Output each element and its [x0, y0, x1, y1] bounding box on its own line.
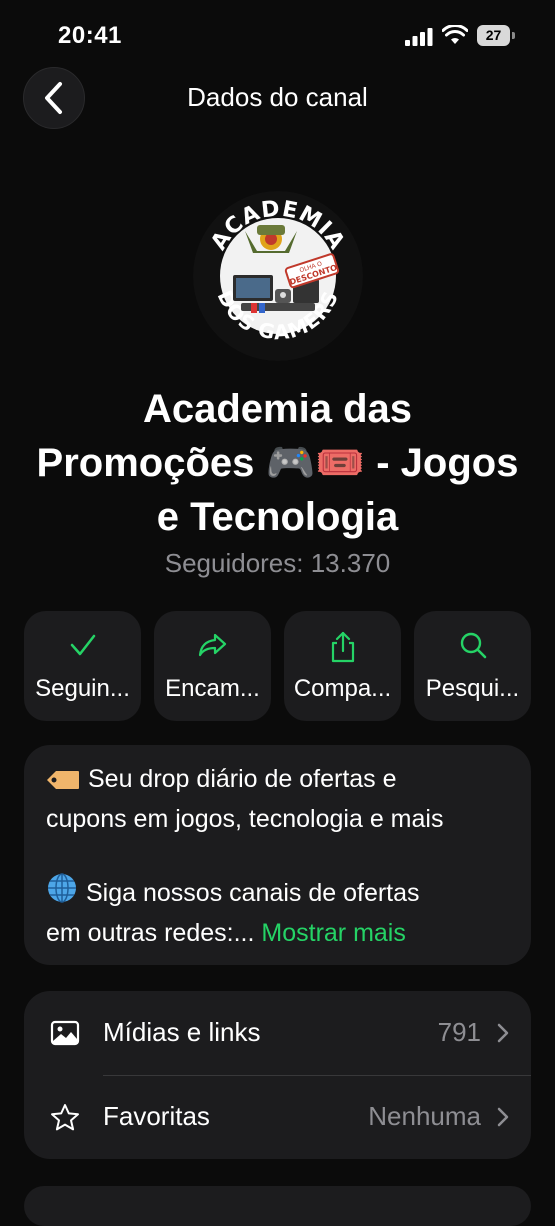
forward-button[interactable]: Encam...: [154, 611, 271, 721]
forward-arrow-icon: [198, 633, 226, 657]
following-button-label: Seguin...: [35, 675, 130, 702]
description-line-4: em outras redes:...: [46, 919, 255, 947]
cellular-signal-icon: [405, 28, 433, 46]
description-line-2: cupons em jogos, tecnologia e mais: [46, 805, 444, 833]
battery-indicator: 27: [477, 25, 515, 46]
favorites-value: Nenhuma: [368, 1101, 481, 1131]
channel-name-line-1: Academia das: [142, 387, 413, 431]
channel-logo-image: ACADEMIA DOS GAMERS OLHA O DESCONTO: [193, 191, 363, 361]
battery-cap: [512, 32, 515, 39]
share-button-label: Compa...: [293, 675, 392, 702]
description-paragraph-2: Siga nossos canais de ofertas em outras …: [46, 872, 516, 952]
show-more-link[interactable]: Mostrar mais: [261, 919, 405, 947]
checkmark-icon: [70, 634, 95, 656]
wifi-icon: [442, 25, 468, 44]
channel-name-line-2: Promoções 🎮🎟️ - Jogos: [36, 441, 519, 485]
media-links-label: Mídias e links: [103, 1017, 261, 1047]
status-bar: 20:41 27: [0, 0, 555, 70]
forward-button-label: Encam...: [165, 675, 260, 702]
description-paragraph-1: Seu drop diário de ofertas e cupons em j…: [46, 761, 516, 838]
search-button-label: Pesqui...: [425, 675, 520, 702]
followers-count: Seguidores: 13.370: [164, 548, 391, 578]
share-button[interactable]: Compa...: [284, 611, 401, 721]
chevron-right-icon: [497, 1107, 509, 1127]
following-button[interactable]: Seguin...: [24, 611, 141, 721]
channel-name-line-3: e Tecnologia: [156, 495, 399, 539]
description-line-1: Seu drop diário de ofertas e: [88, 765, 397, 793]
battery-level: 27: [477, 25, 510, 46]
image-icon: [50, 1020, 80, 1046]
status-time: 20:41: [58, 22, 122, 49]
media-links-row[interactable]: Mídias e links 791: [24, 991, 531, 1076]
search-icon: [460, 632, 486, 659]
description-line-3: Siga nossos canais de ofertas: [86, 879, 420, 907]
next-section-card: [24, 1186, 531, 1226]
favorites-row[interactable]: Favoritas Nenhuma: [24, 1075, 531, 1159]
favorites-label: Favoritas: [103, 1101, 210, 1131]
share-icon: [331, 631, 354, 663]
page-title: Dados do canal: [187, 82, 368, 112]
chevron-right-icon: [497, 1023, 509, 1043]
channel-info-list: Mídias e links 791 Favoritas Nenhuma: [24, 991, 531, 1159]
price-tag-icon: [46, 764, 80, 801]
channel-description: Seu drop diário de ofertas e cupons em j…: [24, 745, 531, 965]
globe-icon: [46, 872, 78, 915]
star-icon: [51, 1104, 79, 1131]
search-button[interactable]: Pesqui...: [414, 611, 531, 721]
media-links-count: 791: [437, 1017, 481, 1047]
channel-avatar[interactable]: ACADEMIA DOS GAMERS OLHA O DESCONTO: [193, 191, 363, 361]
channel-name: Academia das Promoções 🎮🎟️ - Jogos e Tec…: [0, 382, 555, 544]
